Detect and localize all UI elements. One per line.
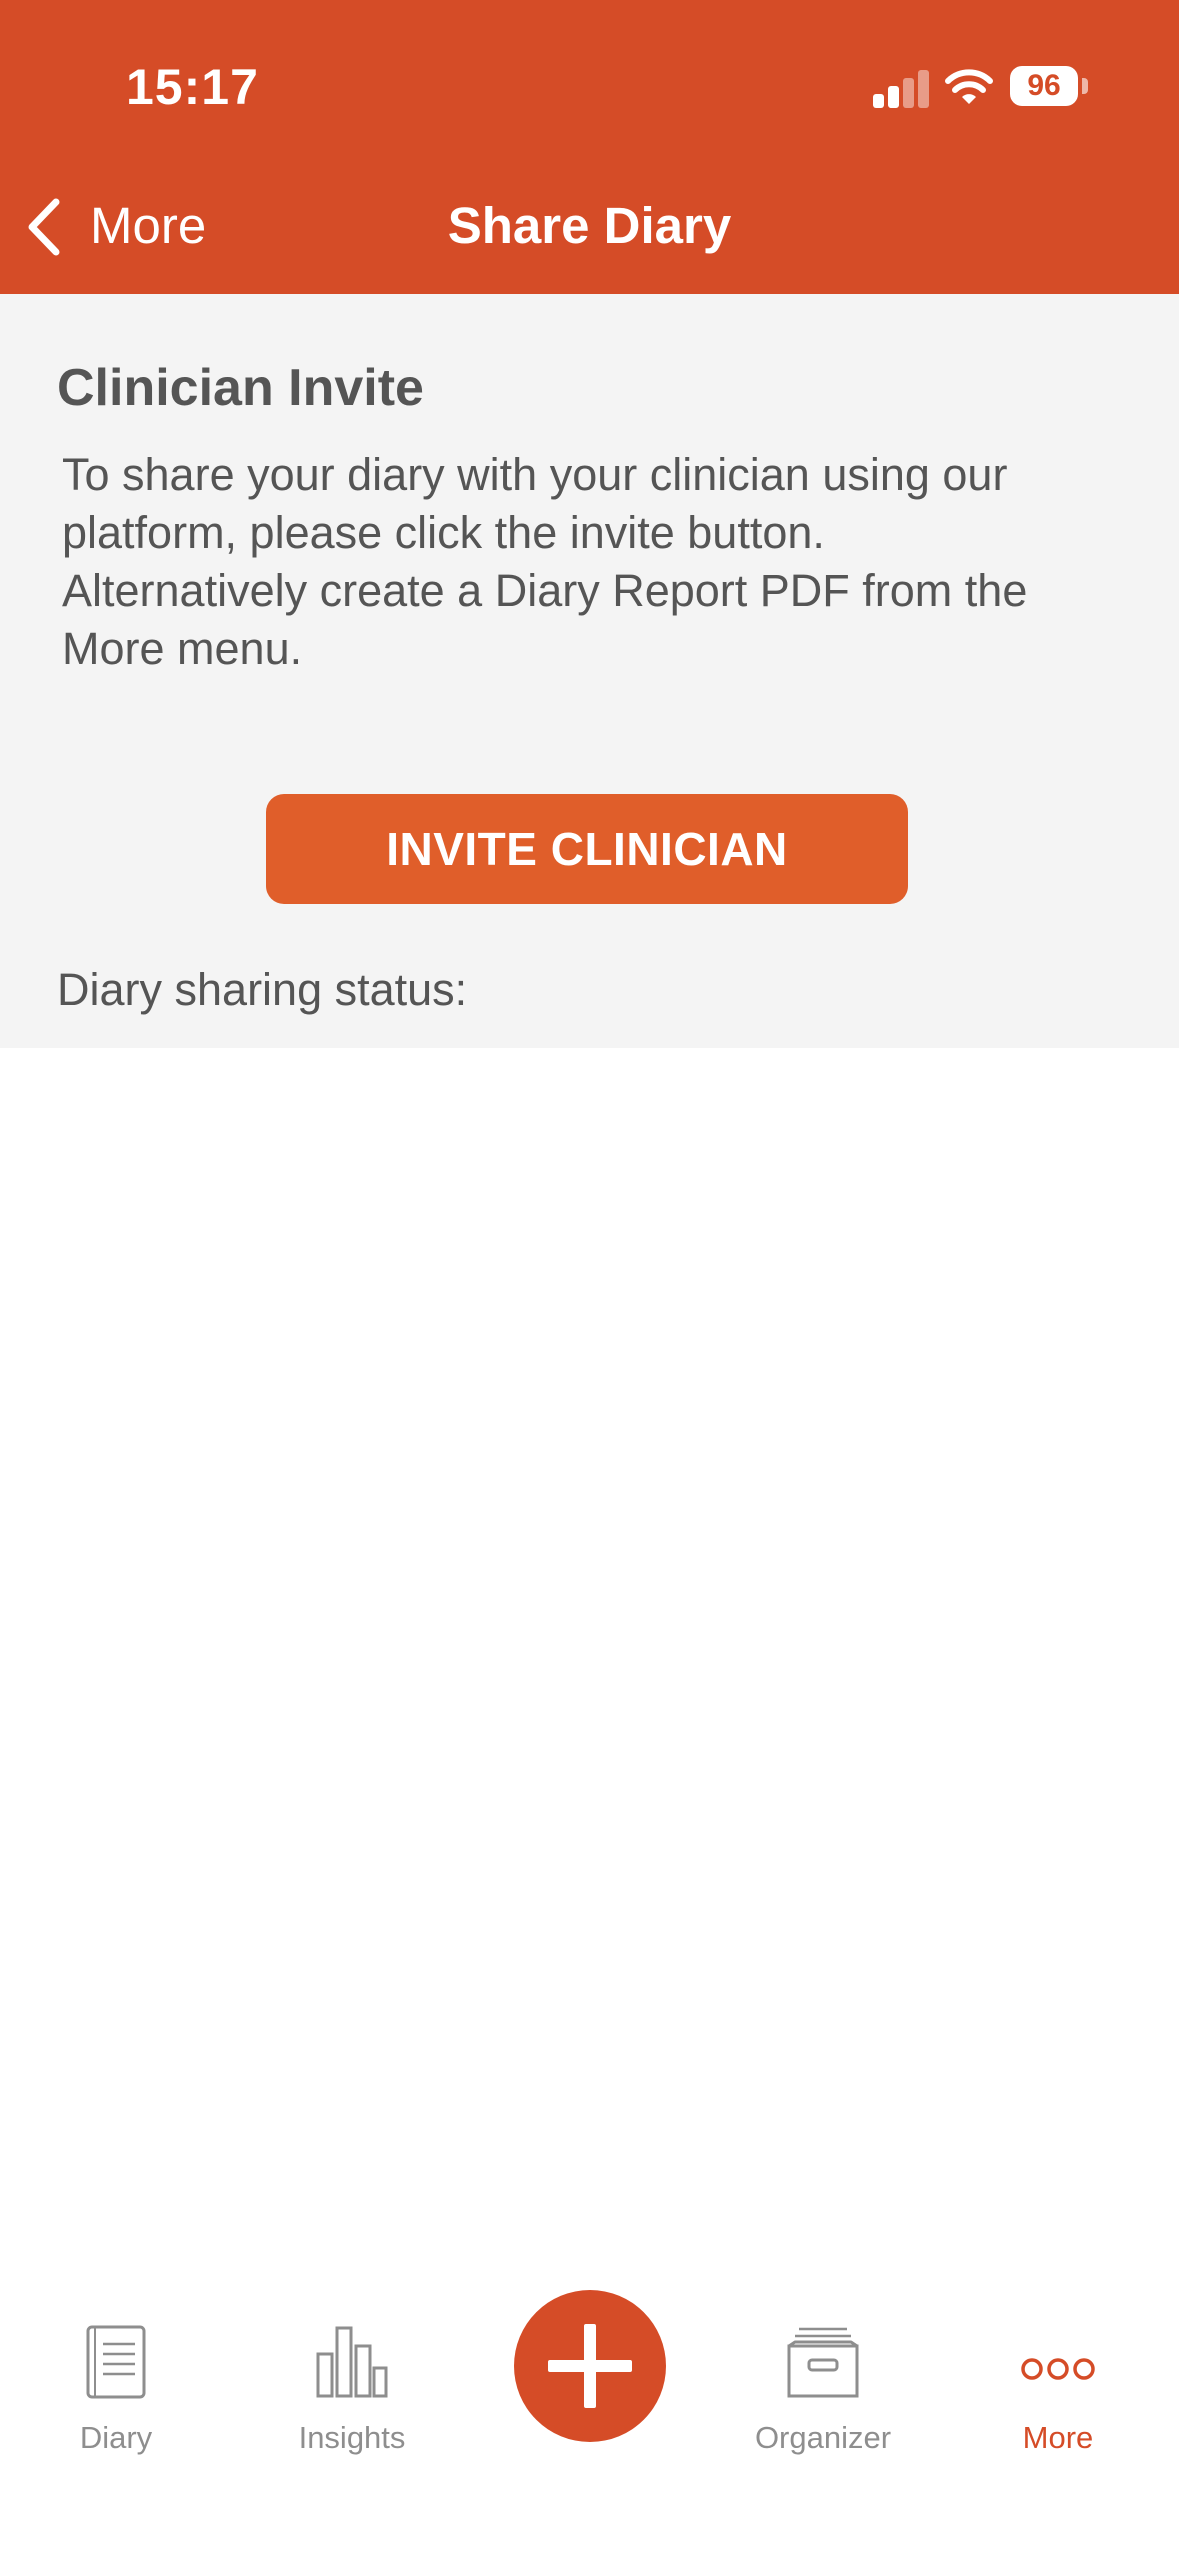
top-bar: 15:17 96 More Share Diary xyxy=(0,0,1179,294)
clinician-invite-panel: Clinician Invite To share your diary wit… xyxy=(0,294,1179,1048)
tab-insights[interactable]: Insights xyxy=(252,2250,452,2455)
plus-icon xyxy=(548,2324,632,2408)
page-title: Share Diary xyxy=(447,197,732,254)
more-icon xyxy=(1021,2358,1095,2380)
insights-icon xyxy=(316,2326,388,2398)
tab-more[interactable]: More xyxy=(958,2250,1158,2455)
cellular-signal-icon xyxy=(873,68,931,108)
pdf-alternative-text: Alternatively create a Diary Report PDF … xyxy=(62,565,1028,674)
battery-tip xyxy=(1082,78,1088,94)
invite-clinician-button[interactable]: INVITE CLINICIAN xyxy=(266,794,908,904)
tab-diary[interactable]: Diary xyxy=(16,2250,216,2455)
tab-insights-label: Insights xyxy=(298,2420,406,2455)
organizer-icon xyxy=(787,2327,859,2398)
section-title: Clinician Invite xyxy=(57,359,424,417)
status-time: 15:17 xyxy=(126,59,259,115)
wifi-icon xyxy=(945,69,993,104)
sharing-status-label: Diary sharing status: xyxy=(57,964,468,1015)
add-entry-button[interactable] xyxy=(514,2290,666,2442)
tab-organizer[interactable]: Organizer xyxy=(723,2250,923,2455)
tab-diary-label: Diary xyxy=(79,2420,153,2455)
diary-icon xyxy=(86,2325,146,2399)
tab-organizer-label: Organizer xyxy=(754,2420,892,2455)
invite-description: To share your diary with your clinician … xyxy=(62,449,1008,558)
battery-icon: 96 xyxy=(1010,66,1078,106)
tab-more-label: More xyxy=(1022,2420,1094,2455)
